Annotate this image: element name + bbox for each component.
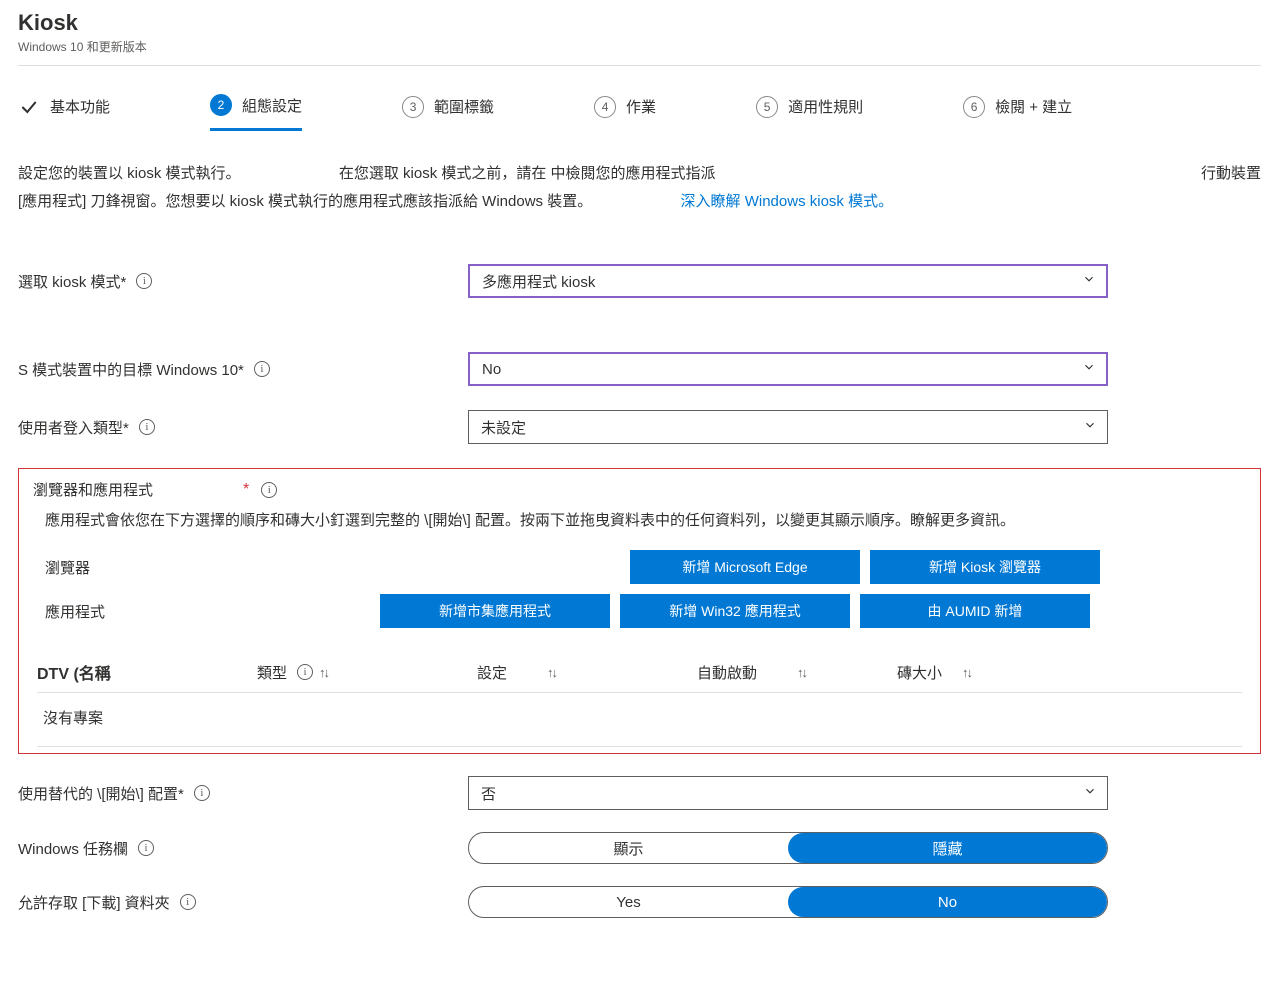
info-icon[interactable]: i xyxy=(261,482,277,498)
step-applicability[interactable]: 5 適用性規則 xyxy=(756,96,863,130)
apps-row-label: 應用程式 xyxy=(45,601,380,622)
alt-start-value: 否 xyxy=(481,783,496,804)
chevron-down-icon xyxy=(1082,360,1096,378)
taskbar-hide-option[interactable]: 隱藏 xyxy=(788,833,1107,863)
step-basic-label: 基本功能 xyxy=(50,96,110,117)
chevron-down-icon xyxy=(1083,784,1097,802)
step-assign-label: 作業 xyxy=(626,96,656,117)
step-review[interactable]: 6 檢閱 + 建立 xyxy=(963,96,1072,130)
browser-apps-section: 瀏覽器和應用程式 * i 應用程式會依您在下方選擇的順序和磚大小釘選到完整的 \… xyxy=(18,468,1261,754)
info-icon[interactable]: i xyxy=(138,840,154,856)
browser-apps-heading: 瀏覽器和應用程式 xyxy=(33,479,153,500)
add-by-aumid-button[interactable]: 由 AUMID 新增 xyxy=(860,594,1090,628)
th-name[interactable]: DTV (名稱 xyxy=(37,660,257,684)
wizard-stepper: 基本功能 2 組態設定 3 範圍標籤 4 作業 5 適用性規則 6 檢閱 + 建… xyxy=(18,94,1261,132)
select-kiosk-mode-label: 選取 kiosk 模式* xyxy=(18,271,126,292)
info-icon[interactable]: i xyxy=(180,894,196,910)
learn-more-link[interactable]: 深入瞭解 Windows kiosk 模式。 xyxy=(681,193,894,210)
s-mode-value: No xyxy=(482,361,501,378)
info-icon[interactable]: i xyxy=(139,419,155,435)
step-scope-label: 範圍標籤 xyxy=(434,96,494,117)
step-basic[interactable]: 基本功能 xyxy=(18,96,110,130)
sort-icon: ↑↓ xyxy=(319,665,328,680)
select-kiosk-mode-dropdown[interactable]: 多應用程式 kiosk xyxy=(468,264,1108,298)
info-icon[interactable]: i xyxy=(297,664,313,680)
s-mode-dropdown[interactable]: No xyxy=(468,352,1108,386)
add-kiosk-browser-button[interactable]: 新增 Kiosk 瀏覽器 xyxy=(870,550,1100,584)
downloads-yes-option[interactable]: Yes xyxy=(469,887,788,917)
step-review-number: 6 xyxy=(963,96,985,118)
taskbar-show-option[interactable]: 顯示 xyxy=(469,833,788,863)
intro-line1b: 在您選取 kiosk 模式之前，請在 中檢閱您的應用程式指派 xyxy=(339,165,716,182)
logon-type-value: 未設定 xyxy=(481,417,526,438)
taskbar-label: Windows 任務欄 xyxy=(18,838,128,859)
th-type[interactable]: 類型i↑↓ xyxy=(257,662,477,683)
intro-text: 設定您的裝置以 kiosk 模式執行。 在您選取 kiosk 模式之前，請在 中… xyxy=(18,160,1261,216)
step-applic-label: 適用性規則 xyxy=(788,96,863,117)
downloads-label: 允許存取 [下載] 資料夾 xyxy=(18,892,170,913)
step-applic-number: 5 xyxy=(756,96,778,118)
logon-type-dropdown[interactable]: 未設定 xyxy=(468,410,1108,444)
step-config-number: 2 xyxy=(210,94,232,116)
browser-row-label: 瀏覽器 xyxy=(45,557,380,578)
alt-start-dropdown[interactable]: 否 xyxy=(468,776,1108,810)
select-kiosk-mode-value: 多應用程式 kiosk xyxy=(482,271,595,292)
add-store-app-button[interactable]: 新增市集應用程式 xyxy=(380,594,610,628)
apps-table-header: DTV (名稱 類型i↑↓ 設定↑↓ 自動啟動↑↓ 磚大小↑↓ xyxy=(37,652,1242,693)
info-icon[interactable]: i xyxy=(136,273,152,289)
sort-icon: ↑↓ xyxy=(547,665,556,680)
sort-icon: ↑↓ xyxy=(797,665,806,680)
intro-line2: [應用程式] 刀鋒視窗。您想要以 kiosk 模式執行的應用程式應該指派給 Wi… xyxy=(18,193,592,210)
s-mode-label: S 模式裝置中的目標 Windows 10* xyxy=(18,359,244,380)
add-win32-app-button[interactable]: 新增 Win32 應用程式 xyxy=(620,594,850,628)
step-assign-number: 4 xyxy=(594,96,616,118)
alt-start-label: 使用替代的 \[開始\] 配置* xyxy=(18,783,184,804)
chevron-down-icon xyxy=(1083,418,1097,436)
step-review-label: 檢閱 + 建立 xyxy=(995,96,1072,117)
chevron-down-icon xyxy=(1082,272,1096,290)
checkmark-icon xyxy=(18,96,40,118)
info-icon[interactable]: i xyxy=(254,361,270,377)
browser-apps-description: 應用程式會依您在下方選擇的順序和磚大小釘選到完整的 \[開始\] 配置。按兩下並… xyxy=(45,508,1246,534)
th-autolaunch[interactable]: 自動啟動↑↓ xyxy=(697,662,897,683)
step-scope-tags[interactable]: 3 範圍標籤 xyxy=(402,96,494,130)
required-marker: * xyxy=(243,481,249,499)
apps-table-empty: 沒有專案 xyxy=(37,693,1242,747)
step-config-label: 組態設定 xyxy=(242,95,302,116)
add-edge-button[interactable]: 新增 Microsoft Edge xyxy=(630,550,860,584)
sort-icon: ↑↓ xyxy=(962,665,971,680)
page-title: Kiosk xyxy=(18,10,1261,36)
header-divider xyxy=(18,65,1261,66)
downloads-toggle: Yes No xyxy=(468,886,1108,918)
intro-line1a: 設定您的裝置以 kiosk 模式執行。 xyxy=(18,165,241,182)
th-tile-size[interactable]: 磚大小↑↓ xyxy=(897,662,1047,683)
step-assignments[interactable]: 4 作業 xyxy=(594,96,656,130)
intro-mobile: 行動裝置 xyxy=(1201,160,1261,188)
logon-type-label: 使用者登入類型* xyxy=(18,417,129,438)
step-config[interactable]: 2 組態設定 xyxy=(210,94,302,131)
th-setting[interactable]: 設定↑↓ xyxy=(477,662,697,683)
info-icon[interactable]: i xyxy=(194,785,210,801)
page-subtitle: Windows 10 和更新版本 xyxy=(18,38,1261,55)
taskbar-toggle: 顯示 隱藏 xyxy=(468,832,1108,864)
downloads-no-option[interactable]: No xyxy=(788,887,1107,917)
step-scope-number: 3 xyxy=(402,96,424,118)
